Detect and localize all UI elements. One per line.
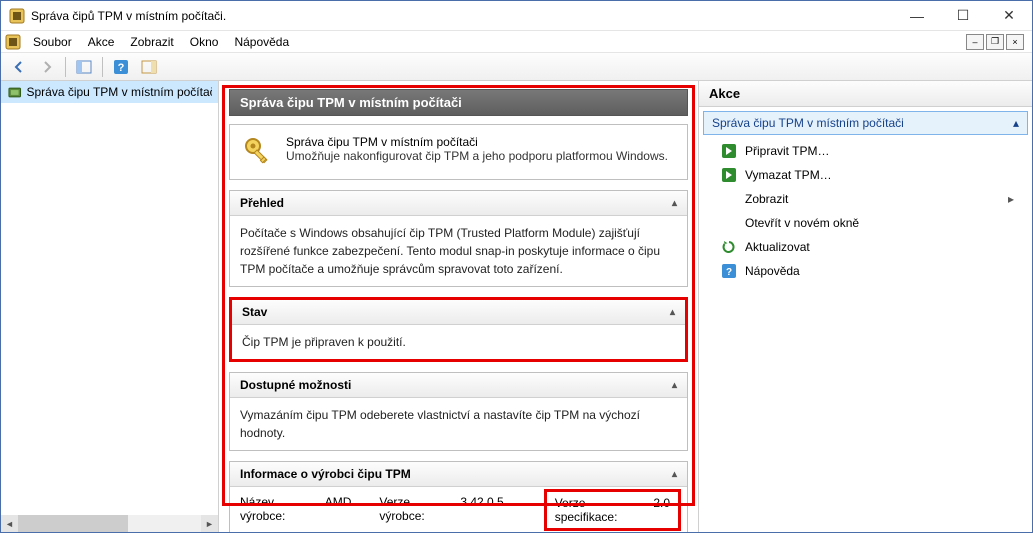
- mmc-icon: [5, 34, 21, 50]
- back-button[interactable]: [7, 55, 31, 79]
- action-help-label: Nápověda: [745, 264, 800, 278]
- tree-horizontal-scrollbar[interactable]: ◄ ►: [1, 515, 218, 532]
- options-body: Vymazáním čipu TPM odeberete vlastnictví…: [230, 398, 687, 450]
- tree-pane: Správa čipu TPM v místním počítači ◄ ►: [1, 81, 219, 532]
- status-header-label: Stav: [242, 305, 267, 319]
- action-view-label: Zobrazit: [745, 192, 788, 206]
- arrow-right-green-icon: [721, 143, 737, 159]
- action-clear-label: Vymazat TPM…: [745, 168, 832, 182]
- svg-text:?: ?: [118, 62, 125, 74]
- manufacturer-header-label: Informace o výrobci čipu TPM: [240, 467, 411, 481]
- menu-window[interactable]: Okno: [182, 33, 227, 51]
- tpm-tree-icon: [7, 84, 22, 100]
- action-new-window[interactable]: Otevřít v novém okně: [699, 211, 1032, 235]
- actions-pane: Akce Správa čipu TPM v místním počítači …: [698, 81, 1032, 532]
- blank-icon: [721, 191, 737, 207]
- status-section: Stav ▴ Čip TPM je připraven k použití.: [229, 297, 688, 362]
- actions-pane-title: Akce: [699, 81, 1032, 107]
- collapse-icon: ▴: [1013, 116, 1019, 130]
- key-icon: [242, 135, 274, 167]
- intro-subtitle: Umožňuje nakonfigurovat čip TPM a jeho p…: [286, 149, 668, 163]
- options-header-label: Dostupné možnosti: [240, 378, 351, 392]
- help-icon: ?: [721, 263, 737, 279]
- collapse-icon: ▴: [672, 469, 677, 480]
- annotation-highlight-spec: Verze specifikace: 2.0: [544, 489, 681, 531]
- spec-version-value: 2.0: [653, 496, 670, 524]
- menu-action[interactable]: Akce: [80, 33, 123, 51]
- window-title: Správa čipů TPM v místním počítači.: [31, 9, 894, 23]
- intro-title: Správa čipu TPM v místním počítači: [286, 135, 668, 149]
- manufacturer-section: Informace o výrobci čipu TPM ▴ Název výr…: [229, 461, 688, 532]
- close-button[interactable]: ✕: [986, 1, 1032, 30]
- forward-button[interactable]: [35, 55, 59, 79]
- toolbar: ?: [1, 53, 1032, 81]
- tree-root-label: Správa čipu TPM v místním počítači: [26, 85, 212, 99]
- svg-text:?: ?: [726, 267, 732, 278]
- scroll-track[interactable]: [18, 515, 201, 532]
- action-refresh[interactable]: Aktualizovat: [699, 235, 1032, 259]
- help-button[interactable]: ?: [109, 55, 133, 79]
- maximize-button[interactable]: ☐: [940, 1, 986, 30]
- submenu-arrow-icon: ▸: [1008, 192, 1022, 206]
- app-icon: [9, 8, 25, 24]
- mfr-name-value: AMD: [325, 495, 352, 525]
- menubar: Soubor Akce Zobrazit Okno Nápověda – ❐ ×: [1, 31, 1032, 53]
- arrow-right-green-icon: [721, 167, 737, 183]
- overview-header-label: Přehled: [240, 196, 284, 210]
- mfr-version-label: Verze výrobce:: [379, 495, 454, 525]
- show-hide-tree-button[interactable]: [72, 55, 96, 79]
- scroll-right-button[interactable]: ►: [201, 515, 218, 532]
- collapse-icon: ▴: [672, 198, 677, 209]
- mdi-minimize-button[interactable]: –: [966, 34, 984, 50]
- menu-file[interactable]: Soubor: [25, 33, 80, 51]
- action-newwindow-label: Otevřít v novém okně: [745, 216, 859, 230]
- collapse-icon: ▴: [670, 307, 675, 318]
- mfr-name-label: Název výrobce:: [240, 495, 319, 525]
- options-header[interactable]: Dostupné možnosti ▴: [230, 373, 687, 398]
- status-body: Čip TPM je připraven k použití.: [232, 325, 685, 359]
- scroll-left-button[interactable]: ◄: [1, 515, 18, 532]
- tree-root-item[interactable]: Správa čipu TPM v místním počítači: [1, 81, 218, 103]
- spec-version-label: Verze specifikace:: [555, 496, 648, 524]
- overview-body: Počítače s Windows obsahující čip TPM (T…: [230, 216, 687, 286]
- collapse-icon: ▴: [672, 380, 677, 391]
- content-header: Správa čipu TPM v místním počítači: [229, 89, 688, 116]
- action-view-submenu[interactable]: Zobrazit ▸: [699, 187, 1032, 211]
- overview-section: Přehled ▴ Počítače s Windows obsahující …: [229, 190, 688, 287]
- menu-help[interactable]: Nápověda: [226, 33, 297, 51]
- blank-icon: [721, 215, 737, 231]
- manufacturer-body: Název výrobce: AMD Verze výrobce: 3.42.0…: [230, 487, 687, 532]
- mdi-restore-button[interactable]: ❐: [986, 34, 1004, 50]
- content-pane: Správa čipu TPM v místním počítači Správ…: [219, 81, 698, 532]
- actions-group-label: Správa čipu TPM v místním počítači: [712, 116, 904, 130]
- minimize-button[interactable]: —: [894, 1, 940, 30]
- mfr-version-value: 3.42.0.5: [460, 495, 503, 525]
- refresh-icon: [721, 239, 737, 255]
- mdi-close-button[interactable]: ×: [1006, 34, 1024, 50]
- overview-header[interactable]: Přehled ▴: [230, 191, 687, 216]
- intro-panel: Správa čipu TPM v místním počítači Umožň…: [229, 124, 688, 180]
- action-prepare-tpm[interactable]: Připravit TPM…: [699, 139, 1032, 163]
- action-refresh-label: Aktualizovat: [745, 240, 810, 254]
- menu-view[interactable]: Zobrazit: [122, 33, 181, 51]
- actions-group-header[interactable]: Správa čipu TPM v místním počítači ▴: [703, 111, 1028, 135]
- workarea: Správa čipu TPM v místním počítači ◄ ► S…: [1, 81, 1032, 532]
- status-header[interactable]: Stav ▴: [232, 300, 685, 325]
- options-section: Dostupné možnosti ▴ Vymazáním čipu TPM o…: [229, 372, 688, 451]
- action-clear-tpm[interactable]: Vymazat TPM…: [699, 163, 1032, 187]
- action-prepare-label: Připravit TPM…: [745, 144, 829, 158]
- manufacturer-header[interactable]: Informace o výrobci čipu TPM ▴: [230, 462, 687, 487]
- titlebar: Správa čipů TPM v místním počítači. — ☐ …: [1, 1, 1032, 31]
- show-hide-action-pane-button[interactable]: [137, 55, 161, 79]
- scroll-thumb[interactable]: [18, 515, 128, 532]
- action-help[interactable]: ? Nápověda: [699, 259, 1032, 283]
